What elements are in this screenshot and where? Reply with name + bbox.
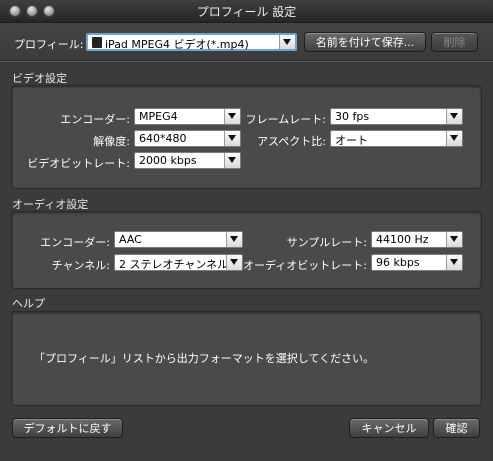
audio-bitrate-value: 96 kbps (376, 256, 420, 269)
audio-encoder-label: エンコーダー: (40, 236, 110, 249)
chevron-down-icon (279, 35, 295, 49)
video-bitrate-value: 2000 kbps (139, 154, 197, 167)
video-bitrate-label: ビデオビットレート: (27, 157, 130, 170)
sample-rate-label: サンプルレート: (286, 236, 367, 249)
profile-select-value: iPad MPEG4 ビデオ(*.mp4) (105, 38, 249, 51)
framerate-label: フレームレート: (245, 113, 326, 126)
chevron-down-icon (224, 153, 240, 168)
help-text: 「プロフィール」リストから出力フォーマットを選択してください。 (34, 352, 375, 365)
profile-settings-window: プロフィール 設定 プロフィール: iPad MPEG4 ビデオ(*.mp4) … (0, 0, 493, 461)
video-file-icon (92, 37, 102, 48)
video-encoder-label: エンコーダー: (60, 113, 130, 126)
video-encoder-select[interactable]: MPEG4 (134, 108, 241, 125)
delete-button[interactable]: 削除 (431, 32, 478, 52)
chevron-down-icon (446, 109, 462, 124)
restore-defaults-button[interactable]: デフォルトに戻す (12, 418, 123, 438)
chevron-down-icon (224, 109, 240, 124)
chevron-down-icon (446, 232, 462, 247)
ok-button[interactable]: 確認 (433, 418, 480, 438)
profile-label: プロフィール: (14, 38, 84, 51)
aspect-ratio-value: オート (335, 134, 368, 147)
help-section-title: ヘルプ (12, 297, 45, 310)
video-encoder-value: MPEG4 (139, 110, 178, 123)
resolution-value: 640*480 (139, 132, 187, 145)
cancel-button[interactable]: キャンセル (349, 418, 429, 438)
divider (0, 60, 493, 62)
resolution-select[interactable]: 640*480 (134, 130, 241, 147)
framerate-select[interactable]: 30 fps (330, 108, 463, 125)
video-section-title: ビデオ設定 (12, 72, 67, 85)
framerate-value: 30 fps (335, 110, 370, 123)
chevron-down-icon (446, 255, 462, 270)
sample-rate-value: 44100 Hz (376, 233, 429, 246)
audio-bitrate-select[interactable]: 96 kbps (371, 254, 463, 271)
window-title: プロフィール 設定 (196, 5, 297, 19)
chevron-down-icon (226, 232, 242, 247)
profile-select[interactable]: iPad MPEG4 ビデオ(*.mp4) (86, 33, 297, 51)
aspect-ratio-label: アスペクト比: (257, 135, 326, 148)
aspect-ratio-select[interactable]: オート (330, 130, 463, 147)
audio-bitrate-label: オーディオビットレート: (243, 259, 367, 272)
channel-label: チャンネル: (51, 259, 110, 272)
chevron-down-icon (226, 255, 242, 270)
sample-rate-select[interactable]: 44100 Hz (371, 231, 463, 248)
chevron-down-icon (446, 131, 462, 146)
title-bar: プロフィール 設定 (0, 0, 493, 23)
chevron-down-icon (224, 131, 240, 146)
audio-settings-panel (11, 211, 482, 289)
audio-section-title: オーディオ設定 (12, 198, 89, 211)
audio-encoder-select[interactable]: AAC (114, 231, 243, 248)
audio-encoder-value: AAC (119, 233, 142, 246)
channel-select[interactable]: 2 ステレオチャンネル (114, 254, 243, 271)
resolution-label: 解像度: (93, 135, 130, 148)
video-bitrate-select[interactable]: 2000 kbps (134, 152, 241, 169)
save-as-button[interactable]: 名前を付けて保存... (304, 32, 426, 52)
channel-value: 2 ステレオチャンネル (119, 258, 229, 271)
